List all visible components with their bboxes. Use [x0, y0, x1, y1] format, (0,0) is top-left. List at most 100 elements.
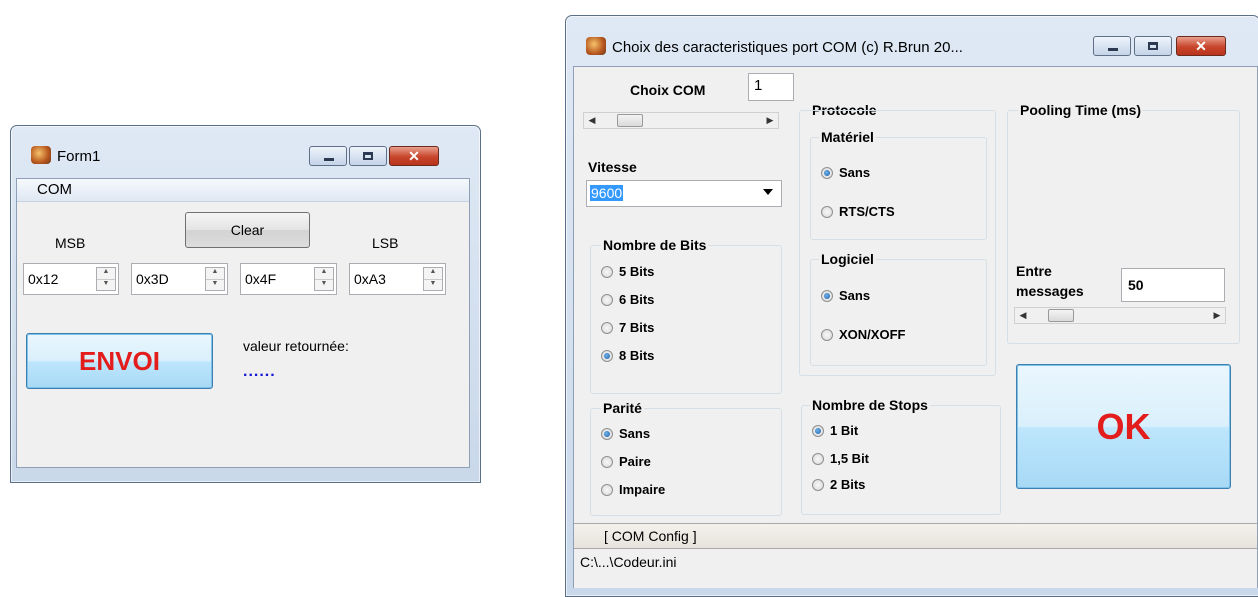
lsb-label: LSB [372, 235, 399, 251]
parite-group: Parité Sans Paire Impaire [590, 400, 782, 516]
quantity-stepper[interactable]: ▲ ▼ [314, 267, 334, 291]
radio-5-bits[interactable]: 5 Bits [601, 264, 654, 279]
form1-titlebar[interactable]: Form1 ✕ [11, 126, 480, 166]
com-window: Choix des caracteristiques port COM (c) … [565, 15, 1258, 597]
radio-icon [601, 265, 613, 278]
radio-icon [601, 321, 613, 334]
radio-8-bits[interactable]: 8 Bits [601, 348, 654, 363]
radio-icon [821, 205, 833, 218]
quantity-stepper[interactable]: ▲ ▼ [423, 267, 443, 291]
com-title: Choix des caracteristiques port COM (c) … [612, 39, 963, 56]
radio-icon [601, 293, 613, 306]
radio-icon [812, 478, 824, 491]
choix-com-scrollbar[interactable]: ◀ ▶ [583, 112, 779, 129]
clear-button[interactable]: Clear [185, 212, 310, 248]
scroll-thumb[interactable] [1048, 309, 1074, 322]
radio-label: Impaire [619, 482, 666, 497]
radio-1-5-bit[interactable]: 1,5 Bit [812, 451, 869, 466]
scroll-right-icon[interactable]: ▶ [1209, 308, 1225, 323]
maximize-button[interactable] [1134, 36, 1172, 56]
radio-6-bits[interactable]: 6 Bits [601, 292, 654, 307]
ok-button[interactable]: OK [1016, 364, 1231, 489]
stepper-up-icon[interactable]: ▲ [315, 268, 333, 279]
stepper-down-icon[interactable]: ▼ [424, 279, 442, 291]
scroll-left-icon[interactable]: ◀ [1015, 308, 1031, 323]
scroll-left-icon[interactable]: ◀ [584, 113, 600, 128]
maximize-icon [1148, 42, 1158, 50]
stepper-up-icon[interactable]: ▲ [206, 268, 224, 279]
radio-icon [812, 452, 824, 465]
vitesse-dropdown[interactable]: 9600 [586, 180, 782, 207]
byte-field-1[interactable]: 0x12 ▲ ▼ [23, 263, 119, 295]
radio-label: Sans [619, 426, 651, 441]
byte-field-2[interactable]: 0x3D ▲ ▼ [131, 263, 228, 295]
maximize-icon [363, 152, 373, 160]
radio-selected-icon [601, 427, 613, 440]
radio-materiel-sans[interactable]: Sans [821, 165, 870, 180]
radio-icon [601, 483, 613, 496]
minimize-button[interactable] [309, 146, 347, 166]
radio-label: Sans [839, 288, 871, 303]
radio-label: 8 Bits [619, 348, 655, 363]
form1-client: COM Clear MSB LSB 0x12 ▲ ▼ 0x3D ▲ ▼ 0x4F ▲… [16, 178, 470, 468]
byte-value-1: 0x12 [28, 271, 59, 287]
pooling-group: Pooling Time (ms) Entre messages 50 ◀ ▶ [1007, 102, 1240, 344]
vitesse-label: Vitesse [588, 159, 637, 175]
stepper-down-icon[interactable]: ▼ [97, 279, 115, 291]
close-button[interactable]: ✕ [1176, 36, 1226, 56]
radio-rts-cts[interactable]: RTS/CTS [821, 204, 895, 219]
stepper-down-icon[interactable]: ▼ [206, 279, 224, 291]
entre-label: Entre [1016, 263, 1052, 279]
radio-2-bits[interactable]: 2 Bits [812, 477, 865, 492]
maximize-button[interactable] [349, 146, 387, 166]
radio-label: 5 Bits [619, 264, 655, 279]
radio-parite-impaire[interactable]: Impaire [601, 482, 665, 497]
parite-group-label: Parité [601, 400, 644, 416]
chevron-down-icon[interactable] [763, 189, 773, 195]
radio-selected-icon [821, 166, 833, 179]
quantity-stepper[interactable]: ▲ ▼ [96, 267, 116, 291]
minimize-button[interactable] [1093, 36, 1131, 56]
radio-label: 2 Bits [830, 477, 866, 492]
close-icon: ✕ [408, 148, 420, 164]
entre-messages-field[interactable]: 50 [1121, 268, 1225, 302]
radio-label: Sans [839, 165, 871, 180]
pooling-scrollbar[interactable]: ◀ ▶ [1014, 307, 1226, 324]
stepper-up-icon[interactable]: ▲ [97, 268, 115, 279]
status-config-text: [ COM Config ] [604, 528, 697, 544]
radio-selected-icon [812, 424, 824, 437]
quantity-stepper[interactable]: ▲ ▼ [205, 267, 225, 291]
menu-item-com[interactable]: COM [37, 181, 72, 198]
form1-window: Form1 ✕ COM Clear MSB LSB 0x12 ▲ ▼ 0x3D ▲… [10, 125, 481, 483]
menu-bar: COM [17, 179, 469, 202]
stepper-down-icon[interactable]: ▼ [315, 279, 333, 291]
radio-icon [601, 455, 613, 468]
radio-selected-icon [601, 349, 613, 362]
status-bar-config: [ COM Config ] [574, 523, 1257, 548]
radio-selected-icon [821, 289, 833, 302]
logiciel-group: Logiciel Sans XON/XOFF [810, 251, 987, 366]
stepper-up-icon[interactable]: ▲ [424, 268, 442, 279]
radio-label: 1,5 Bit [830, 451, 870, 466]
radio-7-bits[interactable]: 7 Bits [601, 320, 654, 335]
close-button[interactable]: ✕ [389, 146, 439, 166]
radio-icon [821, 328, 833, 341]
byte-value-3: 0x4F [245, 271, 277, 287]
send-button[interactable]: ENVOI [26, 333, 213, 389]
byte-field-3[interactable]: 0x4F ▲ ▼ [240, 263, 337, 295]
scroll-right-icon[interactable]: ▶ [762, 113, 778, 128]
stops-group-label: Nombre de Stops [810, 397, 930, 413]
status-bar-path: C:\...\Codeur.ini [574, 548, 1257, 588]
choix-com-field[interactable]: 1 [748, 73, 794, 101]
radio-parite-paire[interactable]: Paire [601, 454, 651, 469]
radio-xon-xoff[interactable]: XON/XOFF [821, 327, 905, 342]
bits-group: Nombre de Bits 5 Bits 6 Bits 7 Bits 8 Bi… [590, 237, 782, 394]
radio-logiciel-sans[interactable]: Sans [821, 288, 870, 303]
close-icon: ✕ [1195, 38, 1207, 54]
radio-parite-sans[interactable]: Sans [601, 426, 650, 441]
radio-1-bit[interactable]: 1 Bit [812, 423, 858, 438]
scroll-thumb[interactable] [617, 114, 643, 127]
byte-field-4[interactable]: 0xA3 ▲ ▼ [349, 263, 446, 295]
app-icon [586, 37, 606, 55]
com-titlebar[interactable]: Choix des caracteristiques port COM (c) … [566, 16, 1258, 56]
